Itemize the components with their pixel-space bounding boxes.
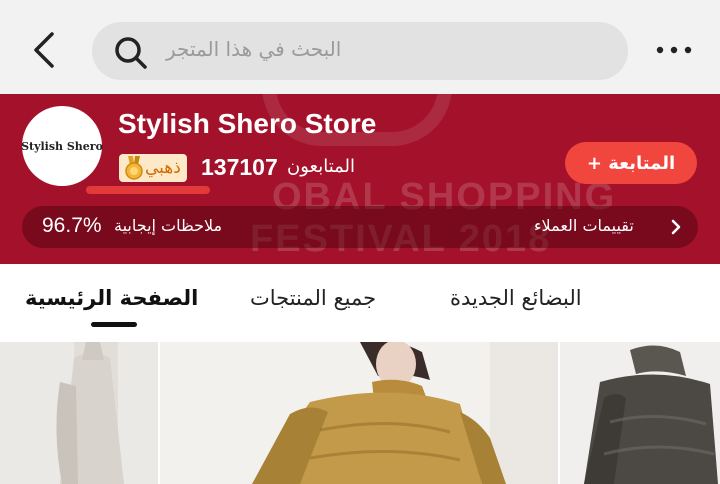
search-icon	[115, 37, 147, 69]
product-image[interactable]	[160, 342, 558, 484]
store-avatar[interactable]: Stylish Shero	[21, 106, 103, 186]
annotation-underline	[86, 186, 210, 194]
search-input[interactable]: البحث في هذا المتجر	[92, 22, 628, 80]
followers-count: 137107	[201, 154, 278, 180]
follow-button[interactable]: المتابعة +	[565, 142, 697, 184]
store-logo-text: Stylish Shero	[21, 139, 103, 153]
tab-home[interactable]: الصفحة الرئيسية	[25, 286, 198, 310]
store-tabs: الصفحة الرئيسية جميع المنتجات البضائع ال…	[0, 264, 720, 342]
product-image[interactable]	[560, 342, 720, 484]
store-level-label: ذهبي	[145, 158, 181, 178]
product-photo	[160, 342, 558, 484]
top-bar: البحث في هذا المتجر	[0, 0, 720, 94]
store-name: Stylish Shero Store	[118, 108, 377, 139]
search-placeholder: البحث في هذا المتجر	[166, 37, 342, 61]
customer-reviews-link[interactable]: تقييمات العملاء	[534, 216, 634, 235]
tab-all-products[interactable]: جميع المنتجات	[250, 286, 376, 310]
store-stats-row[interactable]: 96.7% ملاحظات إيجابية تقييمات العملاء	[22, 206, 698, 248]
product-photo	[0, 342, 158, 484]
more-dots-icon	[656, 46, 692, 54]
chevron-right-icon	[671, 219, 681, 235]
product-image[interactable]	[0, 342, 158, 484]
product-photo	[560, 342, 720, 484]
active-tab-indicator	[91, 322, 137, 327]
more-options-button[interactable]	[652, 40, 696, 60]
positive-feedback-label: ملاحظات إيجابية	[114, 216, 223, 235]
tab-new-arrivals[interactable]: البضائع الجديدة	[450, 286, 582, 310]
positive-feedback-value: 96.7%	[42, 214, 102, 237]
store-level-badge: ذهبي	[119, 154, 187, 182]
medal-icon	[125, 156, 143, 180]
back-button[interactable]	[24, 30, 64, 70]
store-banner: OBAL SHOPPING FESTIVAL 2018 Stylish Sher…	[0, 94, 720, 264]
chevron-left-icon	[34, 32, 54, 68]
followers-label: المتابعون	[287, 156, 356, 177]
product-strip	[0, 342, 720, 484]
